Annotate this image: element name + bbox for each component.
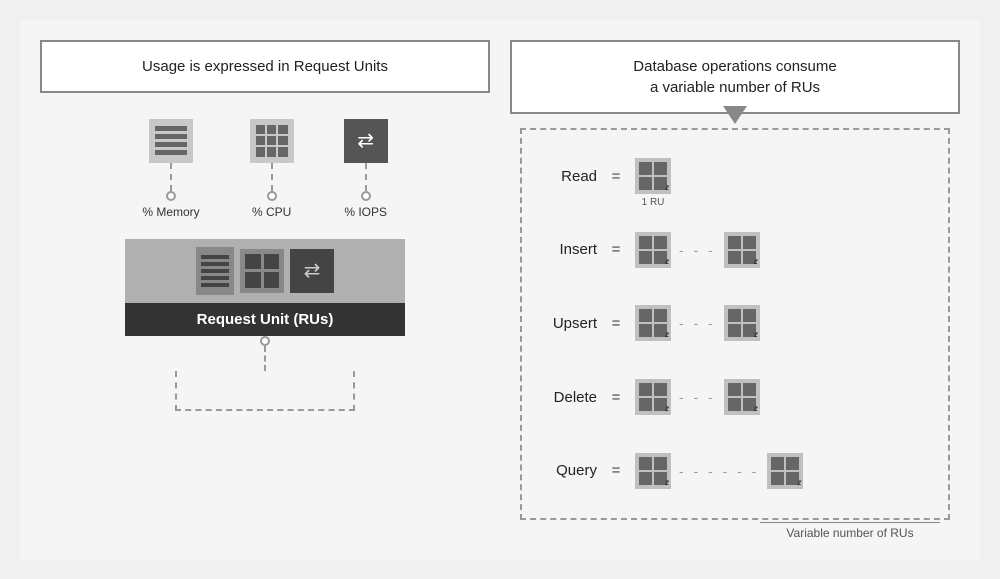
op-dashes-delete: - - - [679, 389, 716, 405]
op-icons-insert: z - - - z [635, 232, 760, 268]
memory-dashed-line [170, 163, 172, 191]
op-dashes-query: - - - - - - [679, 463, 759, 479]
variable-brace: Variable number of RUs [760, 522, 940, 540]
diagram-area: % Memory [40, 109, 490, 540]
memory-dot [166, 191, 176, 201]
db-icon-query-2: z [767, 453, 803, 489]
op-eq-query: = [609, 462, 623, 479]
ops-container: Read = z 1 RU [520, 128, 950, 520]
main-container: Usage is expressed in Request Units % Me… [20, 20, 980, 560]
op-row-delete: Delete = z - - - [542, 379, 928, 415]
icon-col-cpu: % CPU [250, 119, 294, 219]
ru-grid-icon [240, 249, 284, 293]
ru-storage-icon [196, 247, 234, 295]
ru-label: Request Unit (RUs) [125, 303, 405, 336]
iops-label: % IOPS [344, 205, 387, 219]
op-eq-read: = [609, 168, 623, 185]
ru-transfer-icon: ⇄ [290, 249, 334, 293]
iops-dashed-line [365, 163, 367, 191]
top-icons-row: % Memory [142, 119, 387, 219]
right-header-line2: a variable number of RUs [650, 79, 820, 96]
db-icon-insert-1: z [635, 232, 671, 268]
op-icons-read: z 1 RU [635, 158, 671, 194]
op-eq-delete: = [609, 389, 623, 406]
op-icons-query: z - - - - - - z [635, 453, 803, 489]
op-name-query: Query [542, 462, 597, 479]
iops-icon: ⇄ [344, 119, 388, 163]
icon-col-iops: ⇄ % IOPS [344, 119, 388, 219]
db-icon-delete-1: z [635, 379, 671, 415]
db-icon-delete-2: z [724, 379, 760, 415]
db-icon-upsert-2: z [724, 305, 760, 341]
db-icon-query-1: z [635, 453, 671, 489]
memory-label: % Memory [142, 205, 199, 219]
cpu-dashed-line [271, 163, 273, 191]
cpu-icon [250, 119, 294, 163]
op-name-upsert: Upsert [542, 315, 597, 332]
left-panel: Usage is expressed in Request Units % Me… [40, 40, 490, 540]
icon-col-memory: % Memory [142, 119, 199, 219]
right-header-line1: Database operations consume [633, 58, 836, 75]
op-row-insert: Insert = z - - - [542, 232, 928, 268]
left-header: Usage is expressed in Request Units [40, 40, 490, 93]
iops-dot [361, 191, 371, 201]
op-name-delete: Delete [542, 389, 597, 406]
variable-brace-line [760, 522, 940, 523]
db-icon-upsert-1: z [635, 305, 671, 341]
op-eq-upsert: = [609, 315, 623, 332]
ru-1-label: 1 RU [642, 197, 665, 208]
variable-label: Variable number of RUs [786, 526, 913, 540]
db-icon-insert-2: z [724, 232, 760, 268]
operations-area: Read = z 1 RU [510, 128, 960, 540]
op-icons-upsert: z - - - z [635, 305, 760, 341]
right-header: Database operations consume a variable n… [510, 40, 960, 114]
db-icon-read-1: z 1 RU [635, 158, 671, 194]
cpu-label: % CPU [252, 205, 291, 219]
op-icons-delete: z - - - z [635, 379, 760, 415]
op-dashes-insert: - - - [679, 242, 716, 258]
op-name-insert: Insert [542, 241, 597, 258]
ru-box-inner: ⇄ [125, 239, 405, 303]
ru-box-wrapper: ⇄ Request Unit (RUs) [125, 239, 405, 411]
op-row-read: Read = z 1 RU [542, 158, 928, 194]
cpu-dot [267, 191, 277, 201]
left-header-text: Usage is expressed in Request Units [142, 58, 388, 75]
memory-icon [149, 119, 193, 163]
op-row-query: Query = z - - - - - - [542, 453, 928, 489]
ops-top-arrow [723, 106, 747, 124]
ru-bottom-connector [125, 336, 405, 411]
right-panel: Database operations consume a variable n… [510, 40, 960, 540]
op-row-upsert: Upsert = z - - - [542, 305, 928, 341]
op-eq-insert: = [609, 241, 623, 258]
op-dashes-upsert: - - - [679, 315, 716, 331]
op-name-read: Read [542, 168, 597, 185]
variable-label-container: Variable number of RUs [520, 522, 950, 540]
